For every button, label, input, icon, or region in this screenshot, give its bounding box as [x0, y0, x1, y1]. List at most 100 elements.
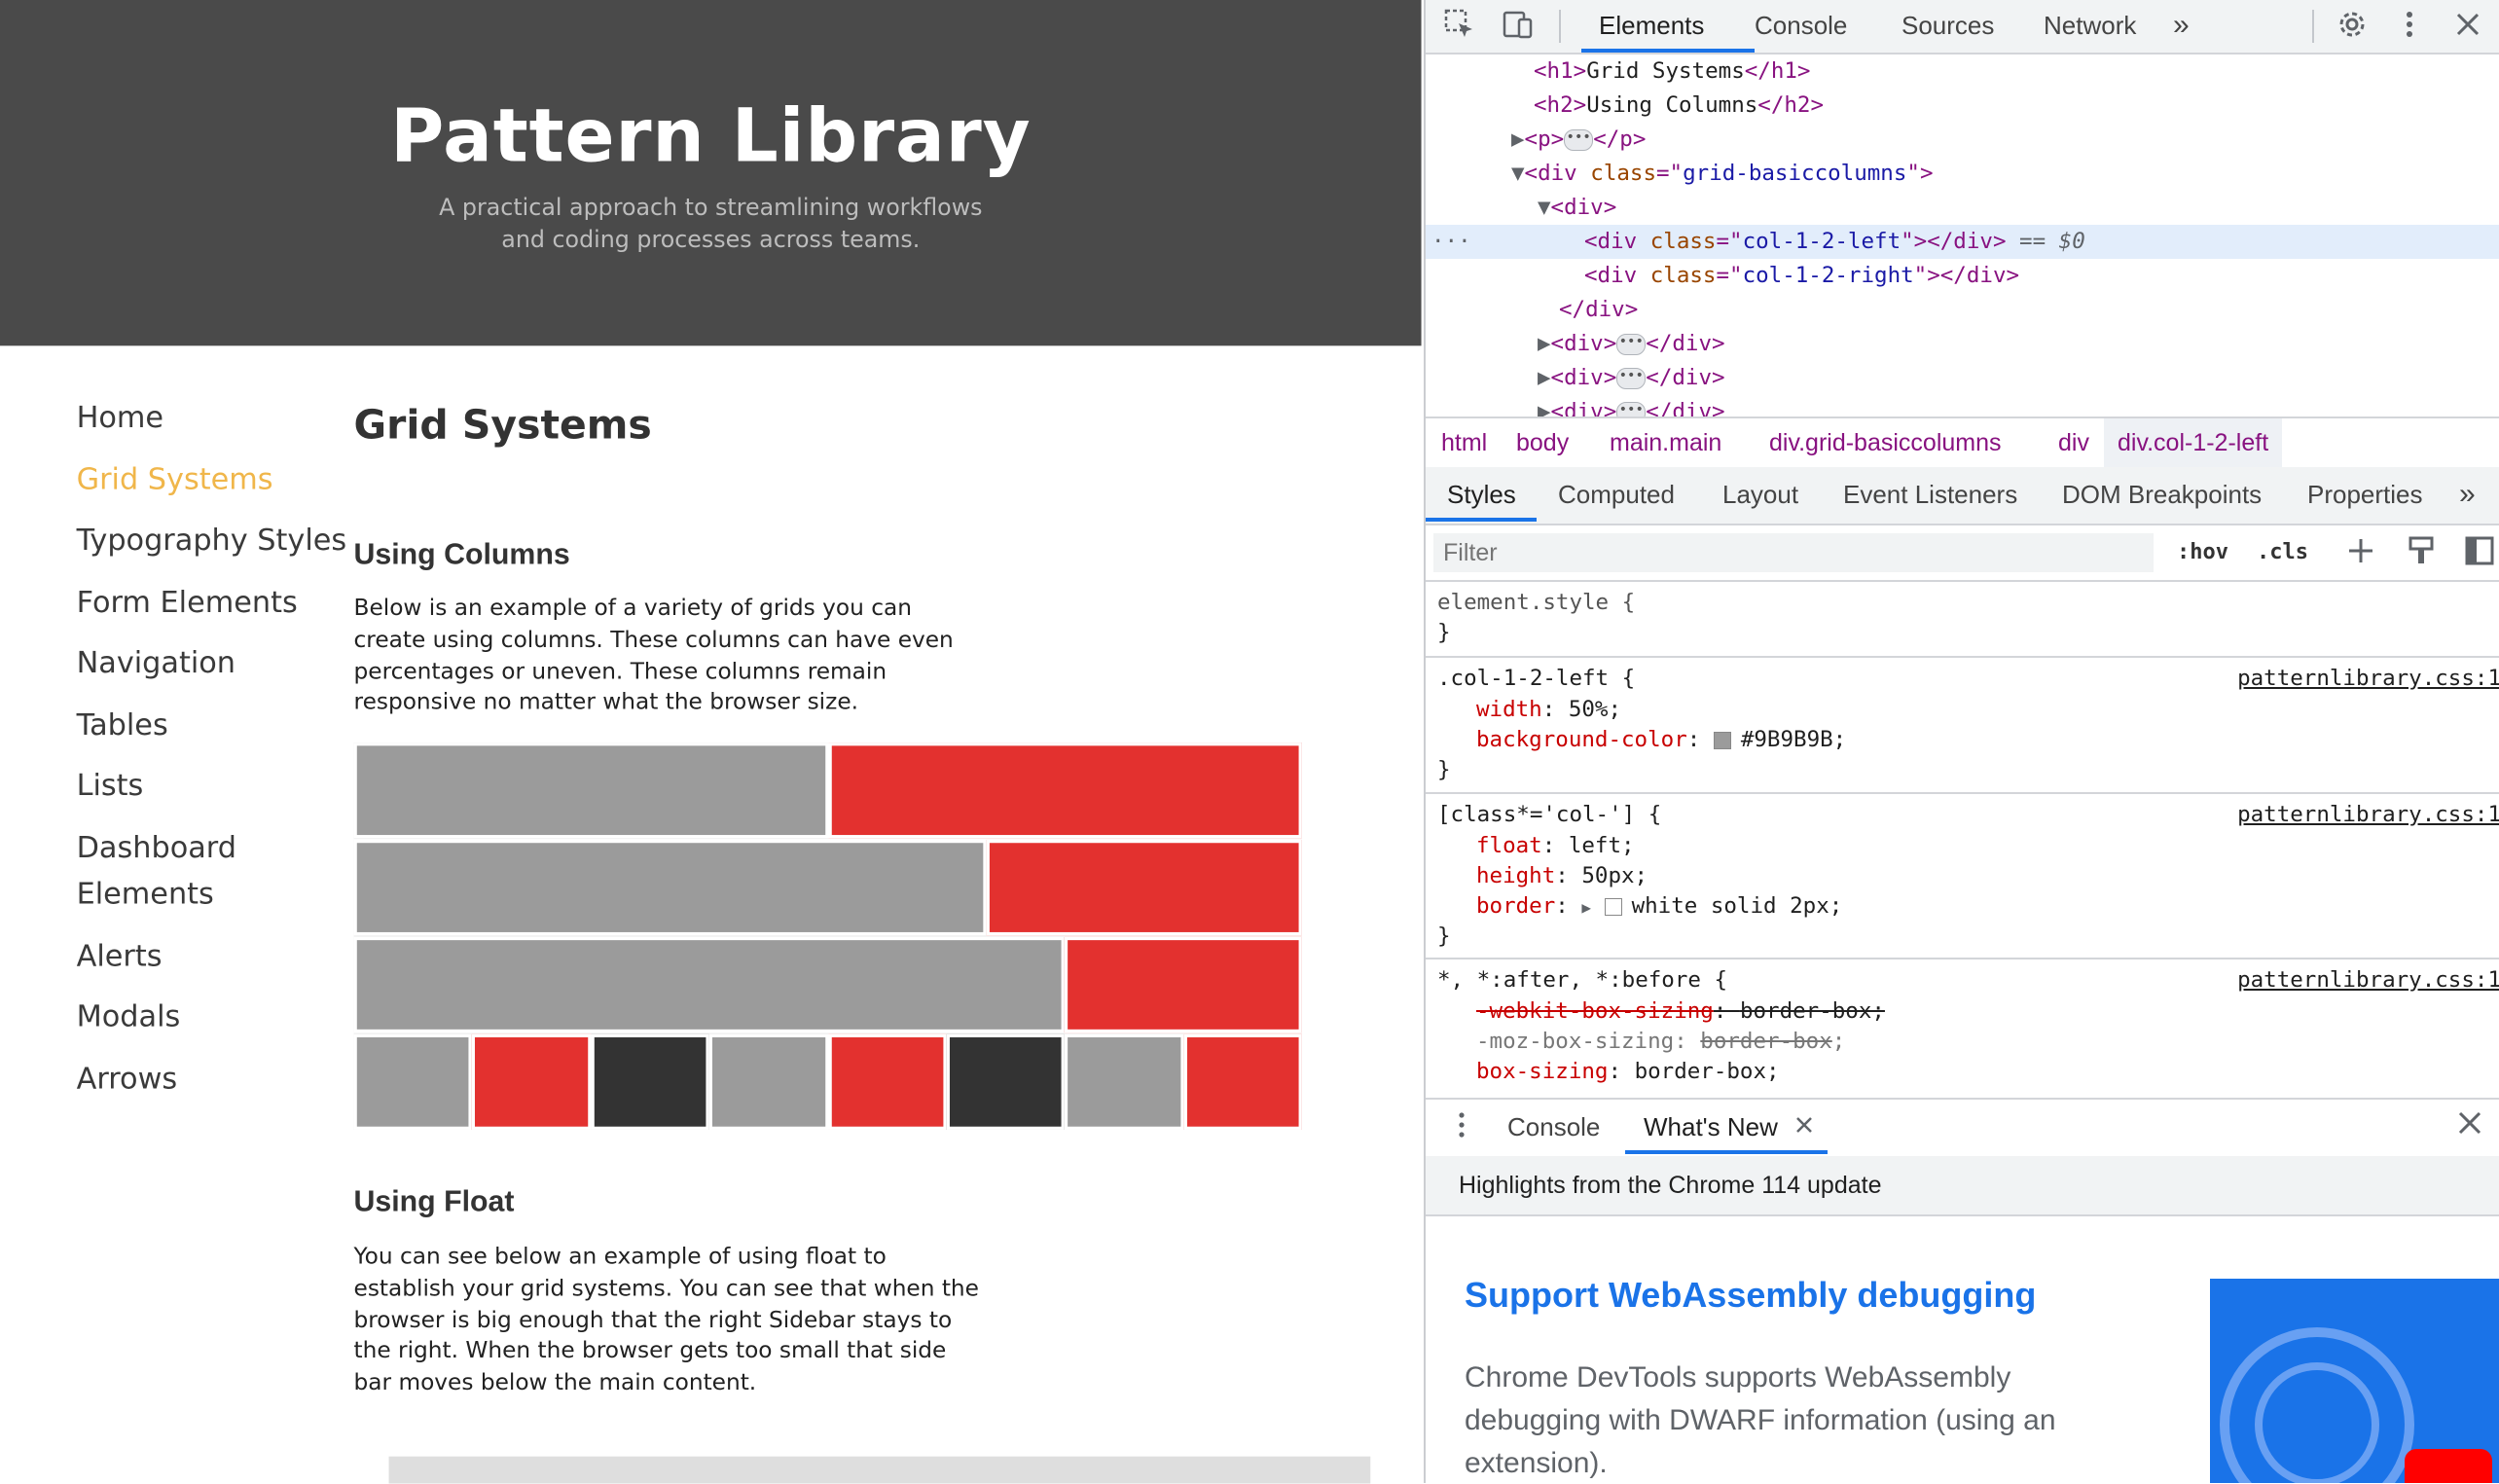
- grid-column-red: [986, 839, 1302, 936]
- crumb-div[interactable]: div: [2045, 418, 2103, 467]
- grid-column-red: [472, 1033, 592, 1130]
- nav-item-alerts[interactable]: Alerts: [77, 933, 347, 980]
- rule-decl-height[interactable]: height: 50px;: [1476, 861, 1648, 891]
- whats-new-video-thumbnail[interactable]: [2210, 1279, 2499, 1483]
- dom-node-div-collapsed-2[interactable]: ▶<div> ••• </div>: [1426, 361, 2499, 395]
- dom-node-col-right[interactable]: <div class="col-1-2-right"></div>: [1426, 259, 2499, 293]
- dom-tree: <h1>Grid Systems</h1> <h2>Using Columns<…: [1426, 54, 2499, 416]
- nav-item-typography-styles[interactable]: Typography Styles: [77, 518, 347, 564]
- section-title-using-float: Using Float: [353, 1183, 515, 1218]
- settings-gear-icon[interactable]: [2334, 8, 2371, 45]
- subtab-computed[interactable]: Computed: [1558, 467, 1675, 522]
- tab-network[interactable]: Network: [2044, 0, 2136, 51]
- new-style-rule-icon[interactable]: [2342, 534, 2379, 571]
- tab-elements[interactable]: Elements: [1599, 0, 1704, 51]
- rule-decl-float[interactable]: float: left;: [1476, 831, 1635, 861]
- rule-source-link[interactable]: patternlibrary.css:1: [2237, 800, 2499, 830]
- more-subtabs-chevron-icon[interactable]: »: [2459, 467, 2476, 522]
- toggle-sidebar-icon[interactable]: [2461, 534, 2498, 571]
- nav-item-arrows[interactable]: Arrows: [77, 1056, 347, 1103]
- section-title-using-columns: Using Columns: [353, 536, 570, 571]
- dom-node-h2[interactable]: <h2>Using Columns</h2>: [1426, 89, 2499, 123]
- toolbar-divider: [1559, 10, 1561, 43]
- color-swatch[interactable]: [1713, 731, 1731, 749]
- dom-node-div-collapsed-1[interactable]: ▶<div> ••• </div>: [1426, 327, 2499, 361]
- dom-node-h1[interactable]: <h1>Grid Systems</h1>: [1426, 54, 2499, 89]
- close-devtools-icon[interactable]: [2449, 8, 2486, 45]
- subtab-styles[interactable]: Styles: [1447, 467, 1516, 522]
- nav-item-modals[interactable]: Modals: [77, 995, 347, 1041]
- rule-element-style: element.style { }: [1426, 582, 2499, 658]
- collapsed-ellipsis-icon[interactable]: •••: [1616, 367, 1647, 389]
- dom-node-p[interactable]: ▶<p> ••• </p>: [1426, 123, 2499, 157]
- rule-close-brace: }: [1437, 923, 1451, 949]
- crumb-body[interactable]: body: [1503, 418, 1582, 467]
- grid-column-grey: [353, 1033, 473, 1130]
- grid-column-grey: [353, 936, 1066, 1033]
- rule-decl-box-sizing[interactable]: box-sizing: border-box;: [1476, 1057, 1780, 1087]
- nav-item-tables[interactable]: Tables: [77, 702, 347, 748]
- crumb-grid-basiccolumns[interactable]: div.grid-basiccolumns: [1756, 418, 2015, 467]
- subtab-dom-breakpoints[interactable]: DOM Breakpoints: [2062, 467, 2262, 522]
- rule-decl-background[interactable]: background-color: #9B9B9B;: [1476, 725, 1846, 755]
- subtab-layout[interactable]: Layout: [1722, 467, 1798, 522]
- hov-toggle[interactable]: :hov: [2177, 533, 2228, 572]
- rule-decl-width[interactable]: width: 50%;: [1476, 695, 1621, 725]
- rule-selector[interactable]: *, *:after, *:before {: [1437, 965, 1727, 995]
- close-drawer-icon[interactable]: [2451, 1108, 2488, 1145]
- grid-column-red: [1183, 1033, 1302, 1130]
- collapsed-ellipsis-icon[interactable]: •••: [1616, 401, 1647, 416]
- grid-row: [353, 1033, 1302, 1132]
- drawer-tabbar: Console What's New: [1426, 1098, 2499, 1158]
- whats-new-title-link[interactable]: Support WebAssembly debugging: [1465, 1275, 2036, 1316]
- rule-selector[interactable]: .col-1-2-left {: [1437, 664, 1635, 694]
- drawer-menu-icon[interactable]: [1443, 1108, 1480, 1145]
- column-grid-demo: [353, 742, 1302, 1132]
- rule-decl-moz-box-sizing[interactable]: -moz-box-sizing: border-box;: [1476, 1027, 1845, 1057]
- cls-toggle[interactable]: .cls: [2257, 533, 2308, 572]
- nav-item-navigation[interactable]: Navigation: [77, 640, 347, 687]
- kebab-menu-icon[interactable]: [2391, 8, 2428, 45]
- drawer-tab-whats-new[interactable]: What's New: [1644, 1100, 1778, 1154]
- rule-source-link[interactable]: patternlibrary.css:1: [2237, 965, 2499, 995]
- tab-console[interactable]: Console: [1755, 0, 1847, 51]
- rule-source-link[interactable]: patternlibrary.css:1: [2237, 664, 2499, 694]
- grid-row: [353, 936, 1302, 1034]
- dom-node-div-collapsed-3[interactable]: ▶<div> ••• </div>: [1426, 395, 2499, 416]
- color-swatch[interactable]: [1604, 897, 1622, 916]
- rule-selector[interactable]: [class*='col-'] {: [1437, 800, 1661, 830]
- nav-item-home[interactable]: Home: [77, 395, 347, 442]
- subtab-properties[interactable]: Properties: [2307, 467, 2423, 522]
- nav-item-grid-systems[interactable]: Grid Systems: [77, 456, 347, 503]
- grid-column-dark: [591, 1033, 709, 1130]
- rule-decl-webkit-box-sizing[interactable]: -webkit-box-sizing: border-box;: [1476, 996, 1885, 1027]
- dom-node-div[interactable]: ▼<div>: [1426, 191, 2499, 225]
- rule-close-brace: }: [1437, 757, 1451, 782]
- collapsed-ellipsis-icon[interactable]: •••: [1564, 128, 1594, 151]
- nav-item-dashboard-elements[interactable]: Dashboard Elements: [77, 824, 347, 919]
- crumb-main[interactable]: main.main: [1596, 418, 1735, 467]
- expand-triangle-icon[interactable]: ▶: [1581, 898, 1591, 917]
- collapsed-ellipsis-icon[interactable]: •••: [1616, 333, 1647, 355]
- more-tabs-chevron-icon[interactable]: »: [2173, 0, 2190, 51]
- inspect-element-icon[interactable]: [1441, 8, 1478, 45]
- crumb-html[interactable]: html: [1428, 418, 1501, 467]
- active-subtab-indicator: [1426, 518, 1537, 522]
- site-tagline: A practical approach to streamlining wor…: [0, 193, 1422, 257]
- close-tab-icon[interactable]: [1790, 1108, 1819, 1145]
- section-text-using-float: You can see below an example of using fl…: [353, 1244, 979, 1396]
- grid-row: [353, 839, 1302, 937]
- drawer-tab-console[interactable]: Console: [1507, 1100, 1600, 1154]
- crumb-col-left[interactable]: div.col-1-2-left: [2104, 418, 2283, 467]
- nav-item-lists[interactable]: Lists: [77, 763, 347, 810]
- paint-brush-icon[interactable]: [2403, 534, 2440, 571]
- nav-item-form-elements[interactable]: Form Elements: [77, 579, 347, 626]
- rule-decl-border[interactable]: border: ▶ white solid 2px;: [1476, 891, 1842, 922]
- dom-node-grid-basiccolumns[interactable]: ▼<div class="grid-basiccolumns">: [1426, 157, 2499, 191]
- dom-node-col-left-selected[interactable]: ··· <div class="col-1-2-left"></div> == $…: [1426, 225, 2499, 259]
- tab-sources[interactable]: Sources: [1901, 0, 1994, 51]
- styles-filter-input[interactable]: [1433, 533, 2154, 572]
- grid-row: [353, 742, 1302, 840]
- subtab-event-listeners[interactable]: Event Listeners: [1843, 467, 2017, 522]
- device-toolbar-icon[interactable]: [1500, 8, 1537, 45]
